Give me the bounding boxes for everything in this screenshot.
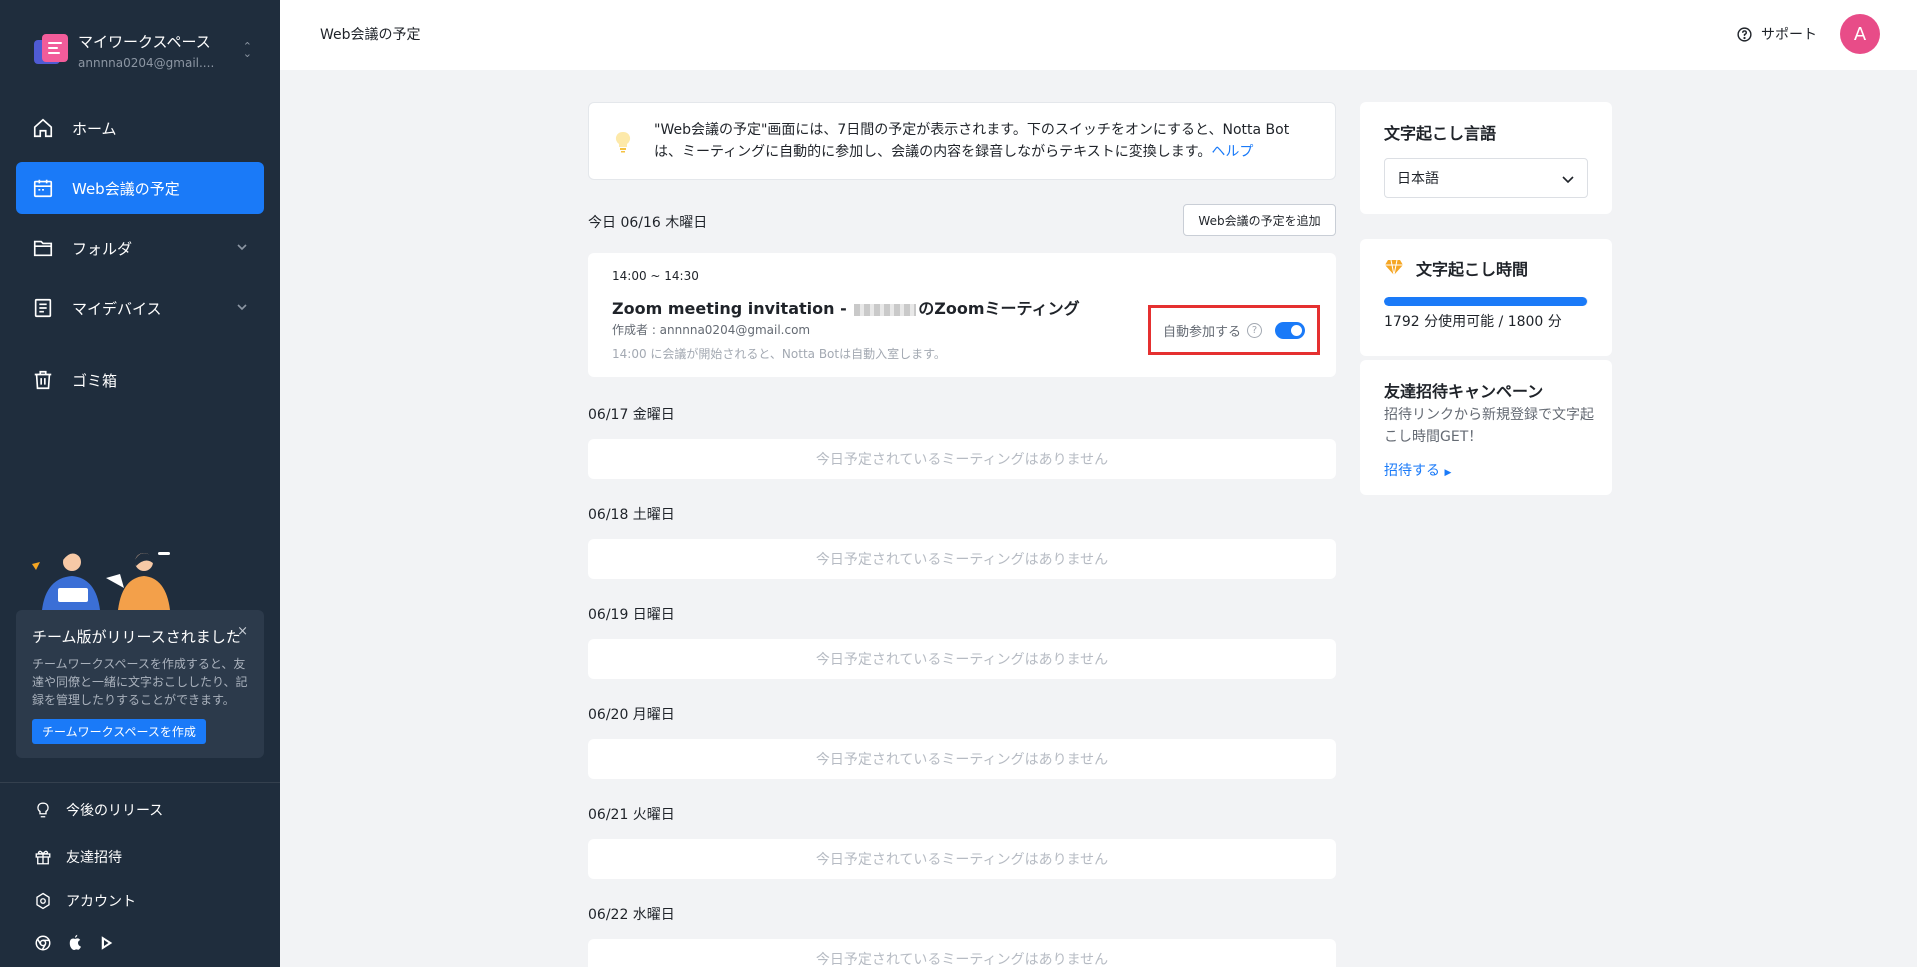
support-link[interactable]: サポート [1736,24,1817,44]
apple-icon[interactable] [66,934,84,952]
invite-title: 友達招待キャンペーン [1384,382,1544,401]
nav-item-label: Web会議の予定 [72,179,180,198]
question-mark-icon[interactable]: ? [1247,322,1263,338]
usage-progress-bar [1384,297,1588,306]
sidebar-item-label: アカウント [66,894,136,910]
day-label: 06/19 日曜日 [588,607,675,623]
diamond-icon [1385,259,1403,276]
language-value: 日本語 [1397,171,1439,187]
team-illustration [32,550,170,610]
add-meeting-button[interactable]: Web会議の予定を追加 [1183,204,1336,236]
app-links [34,934,116,952]
sidebar: マイワークスペース annnna0204@gmail.... ⌃ ⌄ ホーム We… [0,0,280,967]
gift-icon [35,850,51,865]
sidebar-item-account[interactable]: アカウント [34,891,136,911]
workspace-logo-icon [32,32,68,68]
meeting-time: 14:00 ~ 14:30 [612,269,699,283]
sidebar-item-label: 友達招待 [66,850,122,866]
trash-icon [34,370,52,390]
chrome-icon[interactable] [34,934,52,952]
chevron-down-icon [1562,176,1574,184]
day-label: 06/22 水曜日 [588,907,675,923]
meeting-title: Zoom meeting invitation - のZoomミーティング [612,295,1080,319]
language-card: 文字起こし言語 日本語 [1360,102,1612,214]
nav-item-label: マイデバイス [72,299,162,318]
calendar-icon [33,179,53,198]
invite-link-label: 招待する [1384,463,1440,479]
info-banner-body: "Web会議の予定"画面には、7日間の予定が表示されます。下のスイッチをオンにす… [654,122,1290,160]
top-header: Web会議の予定 サポート A [280,0,1917,70]
usage-text: 1792 分使用可能 / 1800 分 [1384,314,1562,330]
expand-collapse-icon: ⌃ ⌄ [242,40,252,60]
nav-item-folders[interactable]: フォルダ [16,222,264,274]
invite-link[interactable]: 招待する ▶ [1384,460,1451,480]
invite-campaign-card: 友達招待キャンペーン 招待リンクから新規登録で文字起こし時間GET！ 招待する … [1360,360,1612,495]
help-icon [1737,26,1752,42]
sidebar-item-invite-friends[interactable]: 友達招待 [34,847,122,867]
auto-join-control: 自動参加する ? [1148,305,1320,355]
team-card-description: チームワークスペースを作成すると、友達や同僚と一緒に文字おこししたり、記録を管理… [32,657,248,707]
language-select[interactable]: 日本語 [1384,158,1588,198]
google-play-icon[interactable] [98,934,116,952]
home-icon [33,118,53,138]
workspace-switcher[interactable]: マイワークスペース annnna0204@gmail.... ⌃ ⌄ [32,28,252,72]
team-release-card: チーム版がリリースされました × チームワークスペースを作成すると、友達や同僚と… [16,610,264,758]
folder-icon [33,240,53,257]
sidebar-item-upcoming-releases[interactable]: 今後のリリース [34,800,163,820]
workspace-email: annnna0204@gmail.... [78,55,215,70]
invite-description: 招待リンクから新規登録で文字起こし時間GET！ [1384,407,1594,445]
empty-day-message: 今日予定されているミーティングはありません [588,639,1336,679]
close-icon[interactable]: × [237,624,248,639]
nav-item-label: ゴミ箱 [72,371,118,390]
empty-day-message: 今日予定されているミーティングはありません [588,539,1336,579]
meeting-card[interactable]: 14:00 ~ 14:30 Zoom meeting invitation - … [588,253,1336,377]
nav-item-meetings[interactable]: Web会議の予定 [16,162,264,214]
nav-item-trash[interactable]: ゴミ箱 [16,354,264,406]
meeting-title-prefix: Zoom meeting invitation - [612,299,853,318]
empty-day-message: 今日予定されているミーティングはありません [588,439,1336,479]
nav-item-label: フォルダ [72,239,133,258]
support-label: サポート [1761,27,1817,43]
help-link[interactable]: ヘルプ [1211,144,1253,160]
device-icon [34,298,52,318]
nav-item-devices[interactable]: マイデバイス [16,282,264,334]
today-label: 今日 06/16 木曜日 [588,215,708,231]
redacted-name [854,303,917,316]
info-banner: "Web会議の予定"画面には、7日間の予定が表示されます。下のスイッチをオンにす… [588,102,1336,180]
meeting-note: 14:00 に会議が開始されると、Notta Botは自動入室します。 [612,347,946,361]
auto-join-toggle[interactable] [1275,322,1305,339]
language-title: 文字起こし言語 [1384,124,1497,143]
workspace-name: マイワークスペース [78,32,211,51]
sidebar-item-label: 今後のリリース [66,803,164,819]
transcription-time-card: 文字起こし時間 1792 分使用可能 / 1800 分 [1360,239,1612,356]
nav-item-home[interactable]: ホーム [16,102,264,154]
bulb-icon [37,802,49,818]
team-card-title: チーム版がリリースされました [32,628,241,646]
sidebar-divider [0,782,280,783]
page-title: Web会議の予定 [320,27,421,43]
day-label: 06/18 土曜日 [588,507,675,523]
meeting-author: 作成者 : annnna0204@gmail.com [612,323,811,337]
caret-right-icon: ▶ [1444,468,1452,478]
transcription-time-title: 文字起こし時間 [1416,260,1529,279]
meeting-title-suffix: のZoomミーティング [918,299,1080,318]
empty-day-message: 今日予定されているミーティングはありません [588,939,1336,967]
chevron-down-icon[interactable] [236,301,248,313]
info-banner-text: "Web会議の予定"画面には、7日間の予定が表示されます。下のスイッチをオンにす… [654,119,1294,163]
usage-progress-fill [1384,297,1588,306]
empty-day-message: 今日予定されているミーティングはありません [588,739,1336,779]
empty-day-message: 今日予定されているミーティングはありません [588,839,1336,879]
create-team-workspace-button[interactable]: チームワークスペースを作成 [32,719,206,744]
nav-item-label: ホーム [72,119,117,138]
lightbulb-icon [615,131,631,153]
day-label: 06/17 金曜日 [588,407,675,423]
day-label: 06/20 月曜日 [588,707,675,723]
settings-icon [36,892,50,910]
auto-join-label: 自動参加する [1163,324,1242,340]
day-label: 06/21 火曜日 [588,807,675,823]
chevron-down-icon[interactable] [236,241,248,253]
avatar[interactable]: A [1840,14,1880,54]
